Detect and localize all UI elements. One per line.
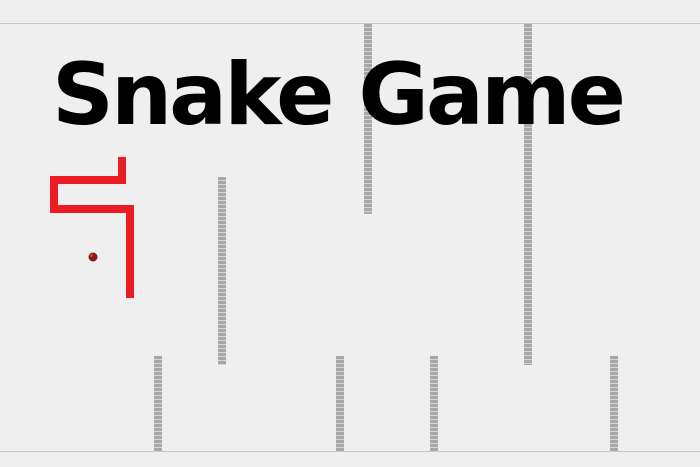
game-board[interactable]: Snake Game bbox=[0, 0, 700, 467]
snake bbox=[50, 157, 134, 298]
food-icon bbox=[88, 252, 98, 262]
snake-layer bbox=[50, 157, 134, 298]
food-highlight bbox=[90, 254, 93, 257]
